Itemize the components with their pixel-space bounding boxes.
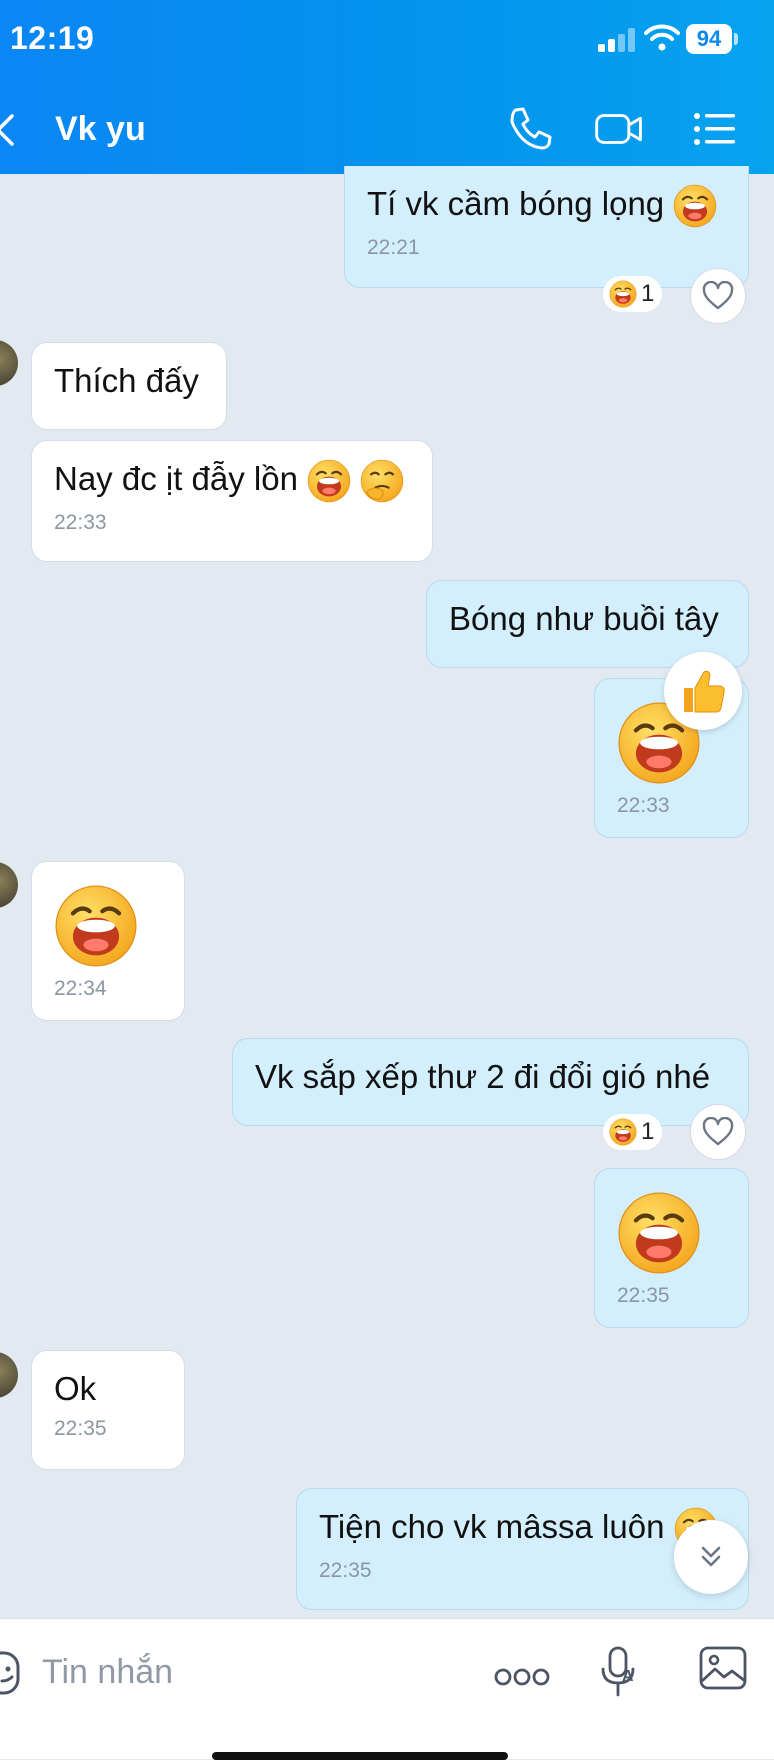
reaction-count: 1 <box>641 280 655 307</box>
message-time: 22:33 <box>617 794 670 817</box>
voice-input-icon[interactable]: A <box>598 1645 640 1701</box>
message-time: 22:35 <box>319 1559 372 1583</box>
heart-react-button[interactable] <box>690 1104 746 1160</box>
message-time: 22:33 <box>54 511 107 535</box>
video-call-icon[interactable] <box>594 104 644 154</box>
message-time: 22:35 <box>617 1284 670 1307</box>
svg-text:A: A <box>622 1668 634 1685</box>
message-bubble-sent[interactable]: Vk sắp xếp thư 2 đi đổi gió nhé <box>232 1038 749 1126</box>
thumbs-up-icon <box>684 670 725 713</box>
chat-header: 12:19 94 Vk yu <box>0 0 774 174</box>
laughing-sticker <box>54 884 138 968</box>
more-dots-icon[interactable] <box>494 1667 550 1687</box>
message-time: 22:34 <box>54 977 107 1000</box>
reaction-summary[interactable]: 1 <box>603 1114 663 1150</box>
message-text: Ok <box>54 1370 97 1407</box>
status-time: 12:19 <box>10 20 95 56</box>
signal-icon <box>598 28 636 52</box>
message-time: 22:21 <box>367 236 420 260</box>
message-bubble-received[interactable]: Ok 22:35 <box>31 1350 185 1470</box>
thinking-emoji <box>360 459 404 503</box>
back-icon[interactable] <box>0 112 18 148</box>
message-text: Nay đc ịt đẫy lồn <box>54 460 298 497</box>
message-input-bar: A <box>0 1618 774 1759</box>
heart-react-button[interactable] <box>690 268 746 324</box>
chat-title[interactable]: Vk yu <box>55 110 146 149</box>
reaction-count: 1 <box>641 1118 655 1145</box>
laughing-emoji <box>673 184 717 228</box>
home-indicator <box>212 1752 508 1760</box>
avatar[interactable] <box>0 340 18 386</box>
battery-indicator: 94 <box>686 24 732 54</box>
menu-list-icon[interactable] <box>690 104 740 154</box>
message-input[interactable] <box>40 1641 464 1703</box>
scroll-down-button[interactable] <box>674 1520 748 1594</box>
laughing-sticker <box>617 1191 701 1275</box>
phone-icon[interactable] <box>504 104 554 154</box>
battery-tip <box>734 33 738 45</box>
double-chevron-down-icon <box>701 1546 721 1567</box>
sticker-icon[interactable] <box>0 1649 22 1697</box>
message-time: 22:35 <box>54 1417 107 1440</box>
message-bubble-received[interactable]: Thích đấy <box>31 342 227 430</box>
message-text: Vk sắp xếp thư 2 đi đổi gió nhé <box>255 1058 711 1095</box>
message-bubble-received[interactable]: Nay đc ịt đẫy lồn 22:33 <box>31 440 433 562</box>
message-text: Thích đấy <box>54 362 199 399</box>
avatar[interactable] <box>0 862 18 908</box>
message-text: Bóng như buồi tây <box>449 600 719 637</box>
message-bubble-sent[interactable]: Tí vk cầm bóng lọng 22:21 <box>344 166 749 288</box>
message-text: Tiện cho vk mâssa luôn <box>319 1508 665 1545</box>
thumbs-up-reaction[interactable] <box>664 652 742 730</box>
sticker-message-received[interactable]: 22:34 <box>31 861 185 1021</box>
laughing-emoji <box>307 459 351 503</box>
laughing-emoji <box>609 280 637 308</box>
heart-icon <box>702 281 734 310</box>
image-icon[interactable] <box>698 1645 748 1691</box>
avatar[interactable] <box>0 1352 18 1398</box>
heart-icon <box>702 1117 734 1146</box>
laughing-emoji <box>609 1118 637 1146</box>
sticker-message-sent[interactable]: 22:35 <box>594 1168 749 1328</box>
reaction-summary[interactable]: 1 <box>603 276 663 312</box>
message-text: Tí vk cầm bóng lọng <box>367 185 665 222</box>
wifi-icon <box>644 24 680 51</box>
